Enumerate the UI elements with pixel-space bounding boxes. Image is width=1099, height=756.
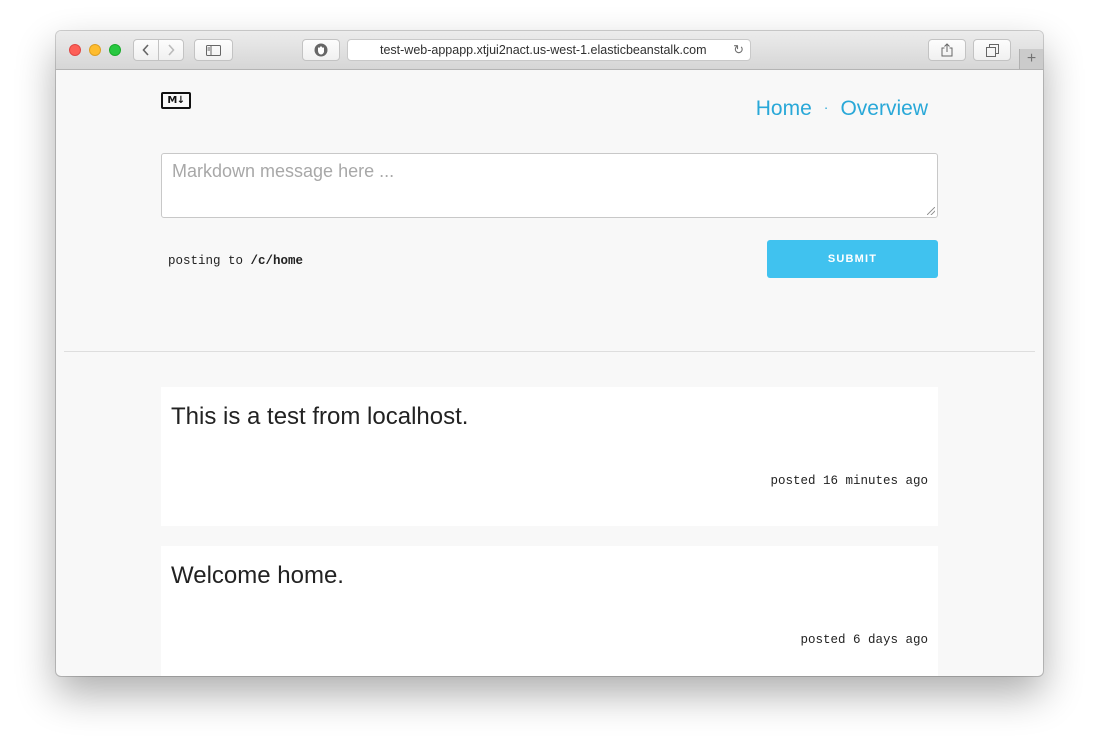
address-url: test-web-appapp.xtjui2nact.us-west-1.ela… (380, 43, 707, 57)
sidebar-icon (206, 44, 221, 56)
top-nav: Home · Overview (756, 97, 928, 121)
new-tab-button[interactable]: + (1019, 49, 1043, 69)
back-button[interactable] (133, 39, 159, 61)
post-text: This is a test from localhost. (171, 403, 469, 430)
browser-window: test-web-appapp.xtjui2nact.us-west-1.ela… (56, 31, 1043, 676)
nav-separator: · (823, 99, 829, 115)
minimize-window-button[interactable] (89, 44, 101, 56)
share-button[interactable] (928, 39, 966, 61)
browser-toolbar: test-web-appapp.xtjui2nact.us-west-1.ela… (56, 31, 1043, 70)
share-icon (941, 43, 953, 57)
address-bar[interactable]: test-web-appapp.xtjui2nact.us-west-1.ela… (347, 39, 751, 61)
tabs-icon (985, 43, 999, 57)
section-divider (64, 351, 1035, 352)
nav-link-overview[interactable]: Overview (840, 97, 928, 120)
post-timestamp: posted 6 days ago (800, 633, 928, 647)
posting-to-label: posting to /c/home (168, 254, 303, 268)
post-card: Welcome home. posted 6 days ago (161, 546, 938, 676)
page-content: M↓ Home · Overview posting to /c/home SUBM… (56, 70, 1043, 676)
post-card: This is a test from localhost. posted 16… (161, 387, 938, 526)
post-timestamp: posted 16 minutes ago (770, 474, 928, 488)
close-window-button[interactable] (69, 44, 81, 56)
tabs-overview-button[interactable] (973, 39, 1011, 61)
post-text: Welcome home. (171, 562, 344, 589)
markdown-logo-icon[interactable]: M↓ (161, 92, 191, 109)
chevron-right-icon (168, 44, 175, 56)
markdown-message-input[interactable] (162, 154, 937, 217)
chevron-left-icon (142, 44, 149, 56)
message-composer (161, 153, 938, 218)
sidebar-toggle-button[interactable] (194, 39, 233, 61)
shield-icon (314, 43, 328, 57)
nav-link-home[interactable]: Home (756, 97, 812, 120)
posting-prefix: posting to (168, 254, 244, 268)
resize-grip-icon[interactable] (927, 207, 935, 215)
forward-button[interactable] (158, 39, 184, 61)
history-nav (133, 39, 185, 61)
submit-button[interactable]: SUBMIT (767, 240, 938, 278)
privacy-shield-button[interactable] (302, 39, 340, 61)
posting-channel: /c/home (250, 254, 304, 268)
reload-icon[interactable]: ↻ (733, 42, 744, 58)
zoom-window-button[interactable] (109, 44, 121, 56)
